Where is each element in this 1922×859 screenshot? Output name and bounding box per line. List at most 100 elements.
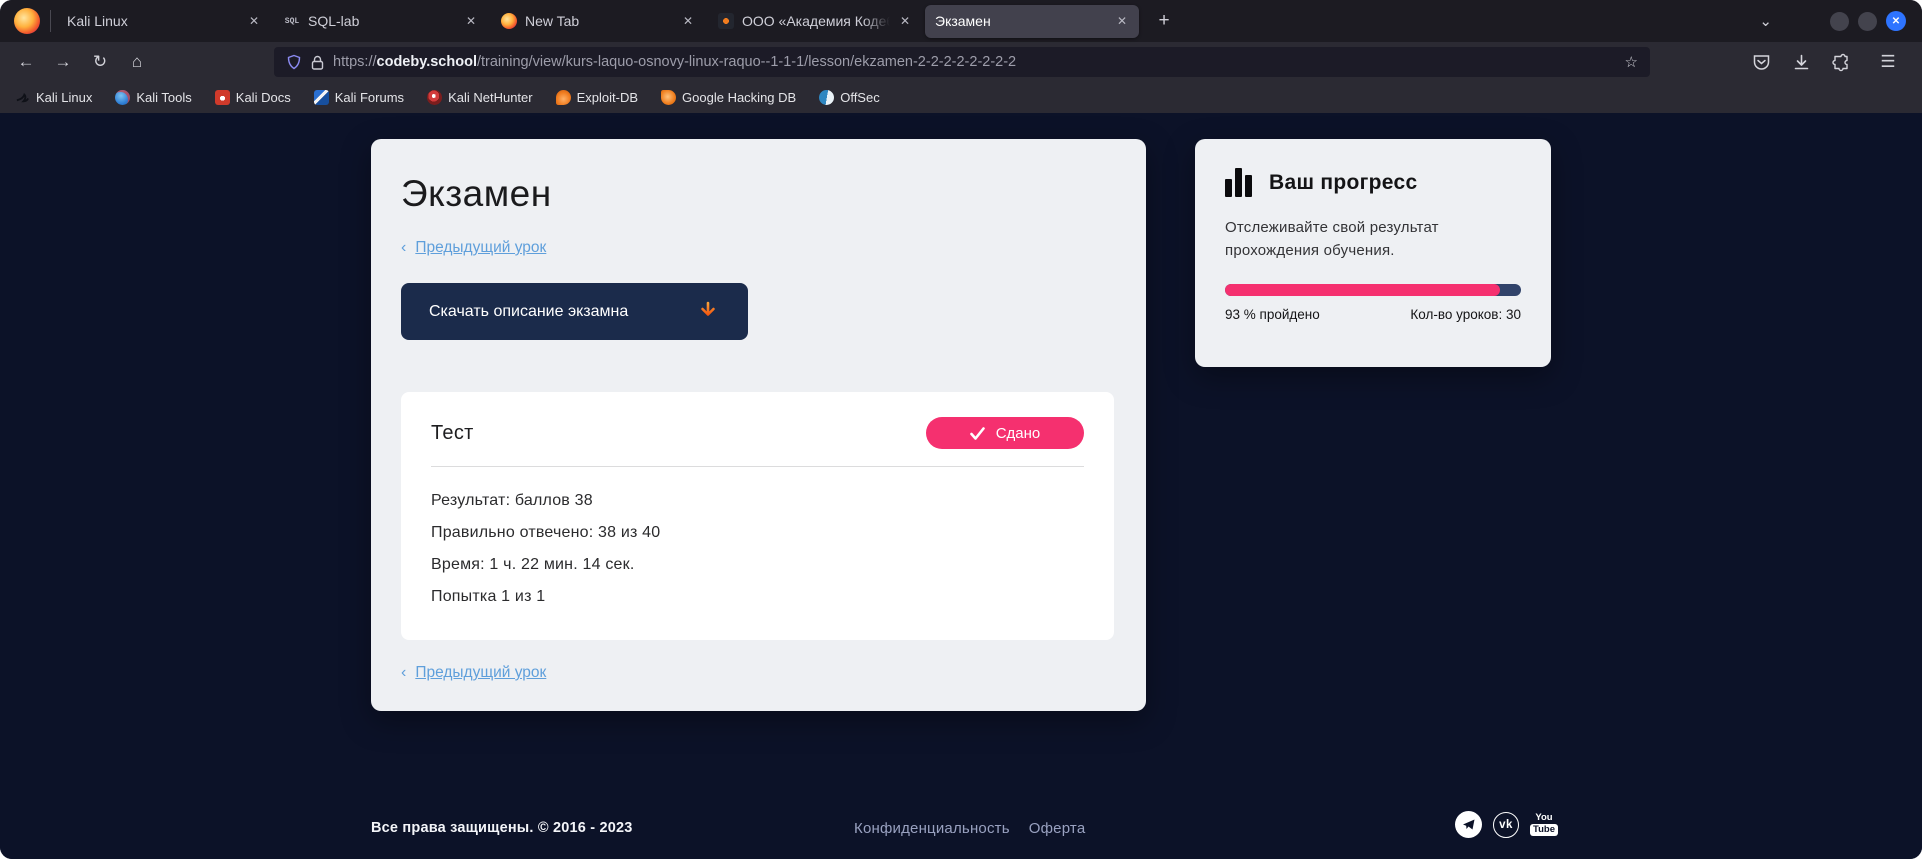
close-tab-icon[interactable]: ✕: [898, 14, 912, 28]
kali-tools-icon: [115, 90, 130, 105]
bookmark-label: Kali Linux: [36, 90, 92, 105]
vk-icon[interactable]: vk: [1493, 812, 1519, 838]
privacy-link[interactable]: Конфиденциальность: [854, 820, 1010, 837]
tab-title: Kali Linux: [67, 13, 239, 29]
tab-kali-linux[interactable]: Kali Linux ✕: [57, 5, 271, 38]
bookmark-kali-docs[interactable]: Kali Docs: [215, 90, 291, 105]
test-results: Результат: баллов 38 Правильно отвечено:…: [431, 492, 1084, 606]
tab-new-tab[interactable]: New Tab ✕: [491, 5, 705, 38]
bar-chart-icon: [1225, 168, 1252, 197]
tabbar-right-controls: ⌄ ✕: [1759, 11, 1910, 31]
lesson-count-label: Кол-во уроков: 30: [1410, 307, 1521, 322]
divider: [431, 466, 1084, 467]
downloads-icon[interactable]: [1792, 53, 1811, 72]
youtube-icon[interactable]: You Tube: [1530, 813, 1558, 836]
offer-link[interactable]: Оферта: [1029, 820, 1086, 837]
bookmark-label: Kali Docs: [236, 90, 291, 105]
kali-dragon-icon: [15, 90, 30, 105]
back-icon[interactable]: ←: [10, 47, 42, 77]
close-tab-icon[interactable]: ✕: [464, 14, 478, 28]
extensions-puzzle-icon[interactable]: [1832, 53, 1851, 72]
bookmark-star-icon[interactable]: ☆: [1625, 53, 1638, 71]
sql-favicon: SQL: [284, 13, 300, 29]
close-tab-icon[interactable]: ✕: [247, 14, 261, 28]
bookmark-kali-tools[interactable]: Kali Tools: [115, 90, 191, 105]
page-title: Экзамен: [401, 173, 1116, 215]
url-protocol: https://: [333, 54, 377, 70]
bookmark-offsec[interactable]: OffSec: [819, 90, 880, 105]
chevron-left-icon: ‹: [401, 664, 406, 682]
bookmark-exploit-db[interactable]: Exploit-DB: [556, 90, 638, 105]
browser-window: Kali Linux ✕ SQL SQL-lab ✕ New Tab ✕ ООО…: [0, 0, 1922, 859]
progress-bar-fill: [1225, 284, 1500, 296]
tab-sql-lab[interactable]: SQL SQL-lab ✕: [274, 5, 488, 38]
home-icon[interactable]: ⌂: [121, 47, 153, 77]
footer-links: Конфиденциальность Оферта: [854, 820, 1085, 837]
download-exam-description-button[interactable]: Скачать описание экзамна: [401, 283, 748, 340]
lock-icon: [311, 55, 324, 70]
result-score: Результат: баллов 38: [431, 492, 1084, 510]
download-button-label: Скачать описание экзамна: [429, 303, 628, 321]
tab-title: ООО «Академия Кодеба: [742, 13, 890, 29]
firefox-favicon: [501, 13, 517, 29]
navigation-toolbar: ← → ↻ ⌂ https://codeby.school/training/v…: [0, 42, 1922, 82]
test-title: Тест: [431, 422, 474, 445]
tab-ekzamen-active[interactable]: Экзамен ✕: [925, 5, 1139, 38]
list-all-tabs-chevron-icon[interactable]: ⌄: [1759, 12, 1772, 30]
previous-lesson-link[interactable]: Предыдущий урок: [415, 664, 546, 682]
page-content: Экзамен ‹ Предыдущий урок Скачать описан…: [0, 113, 1922, 859]
new-tab-button[interactable]: +: [1151, 8, 1177, 34]
previous-lesson-link[interactable]: Предыдущий урок: [415, 239, 546, 257]
tracking-shield-icon[interactable]: [286, 54, 302, 70]
window-minimize-button[interactable]: [1830, 12, 1849, 31]
bookmark-kali-forums[interactable]: Kali Forums: [314, 90, 404, 105]
codeby-favicon: [718, 13, 734, 29]
tab-divider: [50, 10, 51, 32]
toolbar-right-icons: ☰: [1752, 47, 1912, 77]
progress-labels: 93 % пройдено Кол-во уроков: 30: [1225, 307, 1521, 322]
close-tab-icon[interactable]: ✕: [1115, 14, 1129, 28]
url-domain: codeby.school: [377, 54, 477, 70]
telegram-icon[interactable]: [1455, 811, 1482, 838]
result-time: Время: 1 ч. 22 мин. 14 сек.: [431, 556, 1084, 574]
tab-akademiya-codeby[interactable]: ООО «Академия Кодеба ✕: [708, 5, 922, 38]
reload-icon[interactable]: ↻: [84, 47, 116, 77]
tab-title: SQL-lab: [308, 13, 456, 29]
tab-title: New Tab: [525, 13, 673, 29]
status-badge-passed: Сдано: [926, 417, 1084, 449]
bookmark-label: Exploit-DB: [577, 90, 638, 105]
bookmark-label: OffSec: [840, 90, 880, 105]
progress-bar: [1225, 284, 1521, 296]
result-attempt: Попытка 1 из 1: [431, 588, 1084, 606]
forward-icon[interactable]: →: [47, 47, 79, 77]
google-hacking-db-icon: [661, 90, 676, 105]
previous-lesson-row-top: ‹ Предыдущий урок: [401, 239, 1116, 257]
progress-description: Отслеживайте свой результат прохождения …: [1225, 216, 1495, 263]
close-tab-icon[interactable]: ✕: [681, 14, 695, 28]
menu-hamburger-icon[interactable]: ☰: [1872, 47, 1904, 77]
test-header: Тест Сдано: [431, 417, 1084, 449]
bookmark-kali-nethunter[interactable]: Kali NetHunter: [427, 90, 533, 105]
offsec-icon: [819, 90, 834, 105]
youtube-text-bottom: Tube: [1530, 824, 1558, 836]
bookmark-google-hacking-db[interactable]: Google Hacking DB: [661, 90, 796, 105]
progress-header: Ваш прогресс: [1225, 168, 1521, 197]
url-bar[interactable]: https://codeby.school/training/view/kurs…: [274, 47, 1650, 77]
tab-title: Экзамен: [935, 13, 1107, 29]
bookmark-label: Google Hacking DB: [682, 90, 796, 105]
window-close-button[interactable]: ✕: [1886, 11, 1906, 31]
exploit-db-icon: [556, 90, 571, 105]
firefox-logo-icon: [14, 8, 40, 34]
test-result-card: Тест Сдано Результат: баллов 38 Правильн…: [401, 392, 1114, 640]
pocket-icon[interactable]: [1752, 53, 1771, 72]
bookmark-kali-linux[interactable]: Kali Linux: [15, 90, 92, 105]
bookmarks-toolbar: Kali Linux Kali Tools Kali Docs Kali For…: [0, 82, 1922, 113]
copyright-text: Все права защищены. © 2016 - 2023: [371, 820, 633, 836]
url-text: https://codeby.school/training/view/kurs…: [333, 54, 1016, 70]
badge-label: Сдано: [996, 425, 1041, 442]
window-maximize-button[interactable]: [1858, 12, 1877, 31]
bookmark-label: Kali Tools: [136, 90, 191, 105]
previous-lesson-row-bottom: ‹ Предыдущий урок: [401, 664, 1116, 682]
result-correct: Правильно отвечено: 38 из 40: [431, 524, 1084, 542]
bookmark-label: Kali Forums: [335, 90, 404, 105]
